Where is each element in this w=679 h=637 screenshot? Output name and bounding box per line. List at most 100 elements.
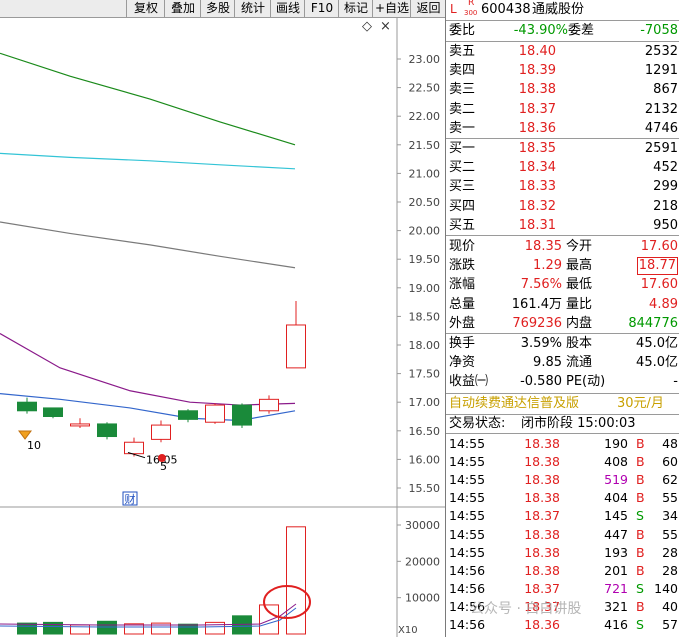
tick-price: 18.38 [524,454,560,470]
volume-bar [205,621,225,635]
stat-value: 769236 [512,315,562,331]
stat-value: 3.59% [520,336,562,351]
stat-label: 涨跌 [449,258,476,274]
tick-side: S [636,508,644,524]
mark-button[interactable]: 标记 [338,0,373,17]
volume-bar [178,623,198,635]
stat-label: 涨幅 [449,277,476,293]
multi-stock-button[interactable]: 多股 [200,0,235,17]
tick-volume: 519 [604,472,628,488]
tick-time: 14:55 [449,508,486,524]
stat-row: 净资 9.85 流通 45.0亿 [446,353,679,372]
tick-side: B [636,562,645,578]
back-button[interactable]: 返回 [410,0,446,17]
tick-volume: 190 [604,436,628,451]
stat-row: 换手 3.59% 股本 45.0亿 [446,334,679,353]
volume-bar [232,615,252,635]
stock-header: L R 300 600438 通威股份 [446,0,679,20]
weibi-value: -43.90% [513,23,568,38]
ask-label: 卖一 [449,120,476,136]
price-tick-label: 19.00 [409,282,441,295]
stat-label: 最低 [566,277,593,293]
price-tick-label: 21.00 [409,167,441,180]
bid-price: 18.32 [518,198,556,214]
stat-value: 45.0亿 [636,355,678,371]
bid-volume: 218 [653,198,678,214]
ad-text[interactable]: 自动续费通达信普及版 [449,394,579,414]
stat-value: 844776 [628,315,678,331]
stat-value: 9.85 [533,355,562,371]
chart-toolbar: 复权 叠加 多股 统计 画线 F10 标记 +自选 返回 [0,0,445,18]
ad-price[interactable]: 30元/月 [617,394,664,414]
status-value: 闭市阶段 15:00:03 [521,416,636,431]
tick-side: B [636,598,645,614]
level-badge: L [450,2,457,16]
tick-volume: 321 [604,598,628,614]
stat-value: 17.60 [640,239,678,254]
stat-value: - [673,374,678,390]
tick-time: 14:56 [449,562,486,578]
stat-label: 最高 [566,258,593,274]
bid-volume: 452 [653,160,678,176]
stat-value: 161.4万 [511,296,562,312]
candle-down [178,410,198,420]
ask-row: 卖二 18.37 2132 [446,100,679,119]
statistics-button[interactable]: 统计 [234,0,271,17]
draw-line-button[interactable]: 画线 [270,0,305,17]
ask-volume: 867 [653,82,678,98]
tick-time: 14:56 [449,617,486,632]
f10-button[interactable]: F10 [304,0,339,17]
price-tick-label: 17.50 [409,368,441,381]
weibi-label: 委比 [449,23,476,38]
candle-down [232,404,252,426]
bid-volume: 950 [653,217,678,233]
tick-volume: 193 [604,544,628,560]
tick-row: 14:55 18.38 190 B 48 [446,435,679,453]
tick-volume: 447 [604,526,628,542]
price-tick-label: 16.00 [409,453,441,466]
tick-row: 14:55 18.38 408 B 60 [446,453,679,471]
ask-row: 卖一 18.36 4746 [446,119,679,138]
bid-row: 买一 18.35 2591 [446,139,679,158]
stat-value: 18.77 [636,257,678,276]
watermark: 公众号 · 白白讲股 [470,601,582,617]
price-tick-label: 16.50 [409,425,441,438]
kline-chart[interactable]: 23.00 22.50 22.00 21.50 21.00 20.50 20.00 19.50… [0,18,445,637]
price-tick-label: 21.50 [409,139,441,152]
tick-side: B [636,490,645,506]
overlay-button[interactable]: 叠加 [164,0,201,17]
tick-volume: 721 [604,580,628,596]
ask-row: 卖五 18.40 2532 [446,42,679,61]
candle-up [124,441,144,455]
price-tick-label: 18.50 [409,310,441,323]
ad-banner[interactable]: 自动续费通达信普及版 30元/月 [446,394,679,414]
stat-value: 45.0亿 [636,336,678,351]
tick-row: 14:55 18.38 193 B 28 [446,544,679,562]
stat-label: 今开 [566,239,593,254]
status-label: 交易状态: [449,416,506,431]
stat-label: 换手 [449,336,476,351]
price-tick-label: 22.00 [409,110,441,123]
tick-side: S [636,617,644,632]
stock-name: 通威股份 [532,2,585,17]
ask-price: 18.37 [518,101,556,117]
weicha-label: 委差 [568,23,595,38]
add-watchlist-button[interactable]: +自选 [372,0,411,17]
bid-row: 买三 18.33 299 [446,177,679,196]
marker-5-label: 5 [160,460,167,473]
candle-down [43,407,63,418]
trade-status: 交易状态: 闭市阶段 15:00:03 [446,414,679,433]
tick-time: 14:55 [449,436,486,451]
price-tick-label: 22.50 [409,82,441,95]
volume-tick-label: 10000 [405,592,440,605]
tick-side: B [636,472,645,488]
bid-row: 买二 18.34 452 [446,158,679,177]
tick-count: 57 [662,617,678,632]
fuquan-button[interactable]: 复权 [126,0,165,17]
volume-tick-label: 20000 [405,555,440,568]
chart-canvas: 23.00 22.50 22.00 21.50 21.00 20.50 20.00 19.50… [0,18,445,637]
tick-count: 62 [662,472,678,488]
tick-volume: 201 [604,562,628,578]
stat-row: 涨跌 1.29 最高 18.77 [446,256,679,276]
bid-label: 买三 [449,179,476,195]
